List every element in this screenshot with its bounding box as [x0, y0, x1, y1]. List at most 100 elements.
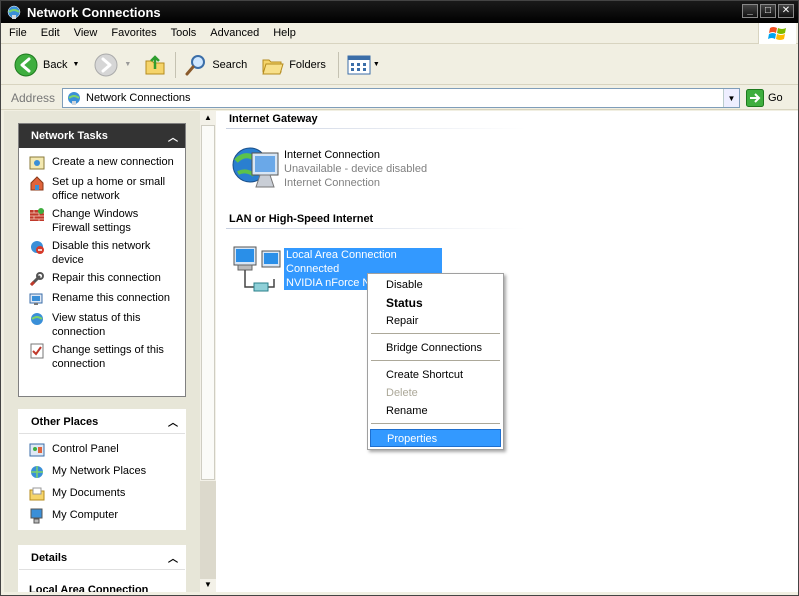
- address-input[interactable]: Network Connections ▼: [62, 88, 740, 108]
- connection-name: Local Area Connection: [284, 248, 442, 262]
- task-rename-connection[interactable]: Rename this connection: [29, 291, 177, 307]
- task-label: Change settings of this connection: [52, 344, 164, 370]
- toolbar: Back ▼ ▼ Search Folders ▼: [1, 45, 798, 85]
- menu-favorites[interactable]: Favorites: [104, 27, 163, 39]
- task-label: Set up a home or small office network: [52, 176, 166, 202]
- settings-icon: [30, 343, 44, 359]
- network-connections-icon: [7, 5, 21, 19]
- task-disable-device[interactable]: Disable this network device: [29, 239, 177, 267]
- collapse-icon[interactable]: ︿: [168, 129, 178, 144]
- menu-help[interactable]: Help: [266, 27, 303, 39]
- minimize-button[interactable]: _: [742, 4, 758, 18]
- network-connections-icon: [68, 92, 80, 105]
- other-places-list: Control Panel My Network Places My Docum…: [19, 434, 185, 536]
- rename-icon: [29, 293, 43, 305]
- place-my-documents[interactable]: My Documents: [29, 486, 177, 502]
- context-disable[interactable]: Disable: [370, 276, 501, 294]
- views-button[interactable]: ▼: [343, 49, 384, 81]
- connection-name: Internet Connection: [284, 149, 381, 161]
- scrollbar-track[interactable]: [200, 481, 216, 579]
- menu-tools[interactable]: Tools: [164, 27, 204, 39]
- scroll-down-button[interactable]: ▼: [200, 578, 216, 592]
- task-label: Change Windows Firewall settings: [52, 208, 139, 234]
- toolbar-separator: [337, 51, 339, 78]
- new-connection-icon: [29, 156, 45, 170]
- details-body: Local Area Connection: [19, 570, 185, 592]
- task-pane-scrollbar[interactable]: ▲ ▼: [200, 111, 216, 592]
- menu-separator: [371, 360, 500, 361]
- details-header[interactable]: Details ︿: [19, 546, 185, 570]
- status-icon: [31, 313, 43, 325]
- maximize-button[interactable]: □: [760, 4, 776, 18]
- task-repair-connection[interactable]: Repair this connection: [29, 271, 177, 287]
- folders-label: Folders: [289, 58, 326, 71]
- context-create-shortcut[interactable]: Create Shortcut: [370, 366, 501, 384]
- toolbar-separator: [175, 51, 177, 78]
- group-header-internet-gateway: Internet Gateway: [229, 113, 318, 125]
- task-view-status[interactable]: View status of this connection: [29, 311, 177, 339]
- chevron-down-icon[interactable]: ▼: [72, 61, 79, 68]
- go-button[interactable]: Go: [746, 89, 783, 107]
- group-divider: [226, 128, 526, 129]
- task-home-network[interactable]: Set up a home or small office network: [29, 175, 177, 203]
- folders-button[interactable]: Folders: [257, 49, 330, 81]
- task-create-connection[interactable]: Create a new connection: [29, 155, 177, 171]
- close-button[interactable]: ✕: [778, 4, 794, 18]
- chevron-down-icon[interactable]: ▼: [373, 61, 380, 68]
- disable-device-icon: [31, 241, 44, 254]
- back-arrow-icon: [14, 53, 38, 76]
- scrollbar-thumb[interactable]: [201, 125, 215, 480]
- chevron-down-icon: ▼: [727, 93, 736, 103]
- menu-bar: File Edit View Favorites Tools Advanced …: [1, 23, 798, 44]
- address-dropdown-button[interactable]: ▼: [723, 89, 739, 107]
- window-controls: _ □ ✕: [742, 4, 794, 18]
- forward-button[interactable]: ▼: [89, 49, 135, 81]
- network-places-icon: [31, 466, 43, 478]
- internet-connection-label[interactable]: Internet Connection Unavailable - device…: [284, 148, 427, 190]
- views-icon: [347, 55, 371, 74]
- menu-separator: [371, 423, 500, 424]
- place-label: My Documents: [52, 487, 126, 499]
- task-label: View status of this connection: [52, 312, 141, 338]
- task-label: Create a new connection: [52, 156, 174, 168]
- network-tasks-header[interactable]: Network Tasks ︿: [19, 124, 185, 148]
- connection-device: Internet Connection: [284, 177, 381, 189]
- task-firewall-settings[interactable]: Change Windows Firewall settings: [29, 207, 177, 235]
- context-properties[interactable]: Properties: [370, 429, 501, 447]
- menu-file[interactable]: File: [1, 27, 34, 39]
- title-bar[interactable]: Network Connections _ □ ✕: [1, 1, 798, 23]
- context-repair[interactable]: Repair: [370, 312, 501, 330]
- other-places-header[interactable]: Other Places ︿: [19, 410, 185, 434]
- lan-connection-icon: [233, 246, 281, 292]
- collapse-icon[interactable]: ︿: [168, 550, 178, 565]
- back-label: Back: [43, 58, 68, 71]
- back-button[interactable]: Back ▼: [9, 49, 83, 81]
- place-my-computer[interactable]: My Computer: [29, 508, 177, 524]
- menu-advanced[interactable]: Advanced: [203, 27, 266, 39]
- scroll-up-button[interactable]: ▲: [200, 111, 216, 125]
- window-title: Network Connections: [27, 4, 161, 20]
- place-my-network-places[interactable]: My Network Places: [29, 464, 177, 480]
- other-places-panel: Other Places ︿ Control Panel My Network …: [18, 409, 186, 530]
- context-rename[interactable]: Rename: [370, 402, 501, 420]
- context-delete: Delete: [386, 387, 418, 399]
- search-button[interactable]: Search: [180, 49, 251, 81]
- network-tasks-panel: Network Tasks ︿ Create a new connection …: [18, 123, 186, 397]
- home-network-icon: [30, 176, 44, 191]
- menu-edit[interactable]: Edit: [34, 27, 67, 39]
- repair-icon: [29, 272, 44, 287]
- connections-list: Internet Gateway Internet Connection Una…: [216, 111, 798, 592]
- up-folder-button[interactable]: [139, 49, 171, 81]
- context-status[interactable]: Status: [370, 294, 501, 312]
- local-area-connection-item[interactable]: [230, 243, 290, 295]
- menu-separator: [371, 333, 500, 334]
- collapse-icon[interactable]: ︿: [168, 414, 178, 429]
- internet-gateway-icon: [232, 147, 279, 188]
- details-title: Details: [31, 551, 68, 564]
- task-change-settings[interactable]: Change settings of this connection: [29, 343, 177, 371]
- place-control-panel[interactable]: Control Panel: [29, 442, 177, 458]
- details-panel: Details ︿ Local Area Connection: [18, 545, 186, 592]
- menu-view[interactable]: View: [67, 27, 105, 39]
- address-label: Address: [11, 91, 56, 105]
- context-bridge-connections[interactable]: Bridge Connections: [370, 339, 501, 357]
